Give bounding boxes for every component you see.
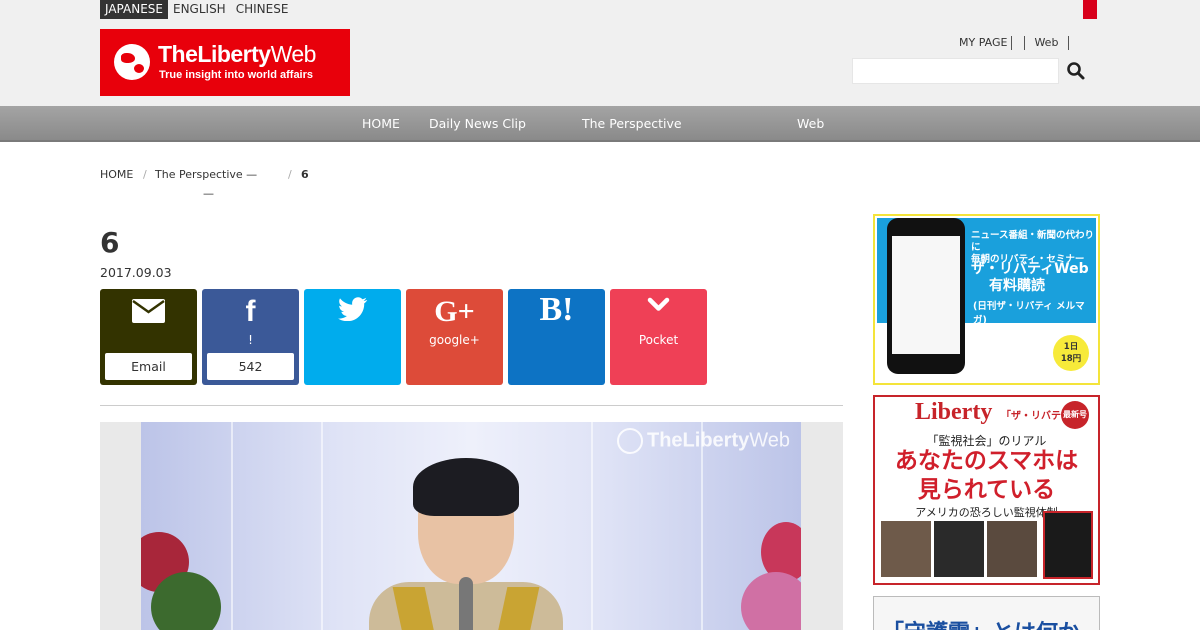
ad2-new-badge: 最新号 — [1061, 401, 1089, 429]
google-plus-icon: G+ — [434, 295, 475, 328]
nav-home[interactable]: HOME — [362, 116, 400, 131]
divider — [100, 405, 843, 406]
logo-name: TheLibertyWeb — [158, 41, 316, 67]
article-date: 2017.09.03 — [100, 265, 172, 280]
ad2-photo — [934, 521, 984, 577]
breadcrumb-home[interactable]: HOME — [100, 168, 133, 181]
share-email-button[interactable]: Email — [100, 289, 197, 385]
envelope-icon — [132, 299, 165, 323]
share-pocket-label: Pocket — [638, 333, 679, 347]
lang-english[interactable]: ENGLISH — [168, 0, 231, 19]
ad-guardian-spirit-banner[interactable]: 「守護霊」とは何か — [873, 596, 1100, 630]
main-nav: HOME Daily News Clip The Perspective Web — [0, 106, 1200, 142]
search-icon[interactable] — [1064, 59, 1088, 83]
share-twitter-button[interactable] — [304, 289, 401, 385]
breadcrumb-separator: / — [288, 168, 292, 181]
nav-the-perspective[interactable]: The Perspective — [582, 116, 682, 131]
photo-stage: TheLibertyWeb — [141, 422, 801, 630]
logo-tagline: True insight into world affairs — [159, 69, 314, 81]
share-pocket-button[interactable]: Pocket — [610, 289, 707, 385]
microphone — [459, 577, 473, 630]
nav-web[interactable]: Web — [797, 116, 824, 131]
web-link[interactable]: Web — [1024, 36, 1062, 50]
globe-icon — [114, 44, 150, 80]
globe-icon — [617, 428, 643, 454]
breadcrumb-section-line2[interactable]: — — [203, 187, 214, 200]
photo-watermark: TheLibertyWeb — [617, 428, 790, 454]
share-facebook-button[interactable]: f ! 542 — [202, 289, 299, 385]
share-googleplus-button[interactable]: G+ google+ — [406, 289, 503, 385]
header-link-divider — [1068, 36, 1070, 50]
ad1-line1: ニュース番組・新聞の代わりに — [971, 230, 1095, 253]
ad2-photo — [881, 521, 931, 577]
ad1-price-badge: 1日 18円 — [1053, 335, 1089, 371]
ad-magazine-banner[interactable]: Liberty 「ザ・リバティ」 最新号 「監視社会」のリアル あなたのスマホは… — [873, 395, 1100, 585]
breadcrumb-section[interactable]: The Perspective — — [155, 168, 257, 181]
share-googleplus-label: google+ — [429, 333, 480, 347]
header-accent-tab — [1083, 0, 1097, 19]
share-facebook-count: 542 — [207, 353, 294, 380]
facebook-icon: f — [245, 295, 256, 328]
ad3-text: 「守護霊」とは何か — [882, 615, 1080, 630]
ad2-headline: あなたのスマホは 見られている — [894, 447, 1079, 503]
ad1-title-b: 有料購読 — [989, 278, 1045, 294]
breadcrumb-current: 6 — [301, 168, 309, 181]
article-title: 6 — [100, 226, 120, 259]
nav-daily-news-clip[interactable]: Daily News Clip — [429, 116, 526, 131]
ad2-magazine-cover — [1043, 511, 1093, 579]
site-header: JAPANESE ENGLISH CHINESE TheLibertyWeb T… — [0, 0, 1200, 106]
lang-chinese[interactable]: CHINESE — [231, 0, 294, 19]
share-email-label: Email — [105, 353, 192, 380]
article-main-image: TheLibertyWeb — [100, 422, 843, 630]
twitter-icon — [338, 297, 368, 321]
search-input[interactable] — [852, 58, 1059, 84]
ad-subscription-banner[interactable]: ニュース番組・新聞の代わりに 毎朝のリバティ・セミナー ザ・リバティWeb 有料購読… — [873, 214, 1100, 385]
breadcrumb-separator: / — [143, 168, 147, 181]
ad2-brand: Liberty — [915, 399, 993, 425]
chevron-down-icon — [647, 297, 670, 311]
header-links: MY PAGE Web — [955, 36, 1070, 50]
lang-japanese[interactable]: JAPANESE — [100, 0, 168, 19]
language-switcher: JAPANESE ENGLISH CHINESE — [100, 0, 293, 19]
share-hatena-button[interactable]: B! — [508, 289, 605, 385]
ad1-subtitle: (日刊ザ・リバティ メルマガ) — [973, 301, 1085, 326]
my-page-link[interactable]: MY PAGE — [955, 36, 1013, 50]
ad1-title: ザ・リバティWeb — [971, 261, 1089, 277]
ad2-photo — [987, 521, 1037, 577]
hatena-bookmark-icon: B! — [539, 291, 574, 328]
share-facebook-label: ! — [248, 333, 253, 347]
site-logo[interactable]: TheLibertyWeb True insight into world af… — [100, 29, 350, 96]
